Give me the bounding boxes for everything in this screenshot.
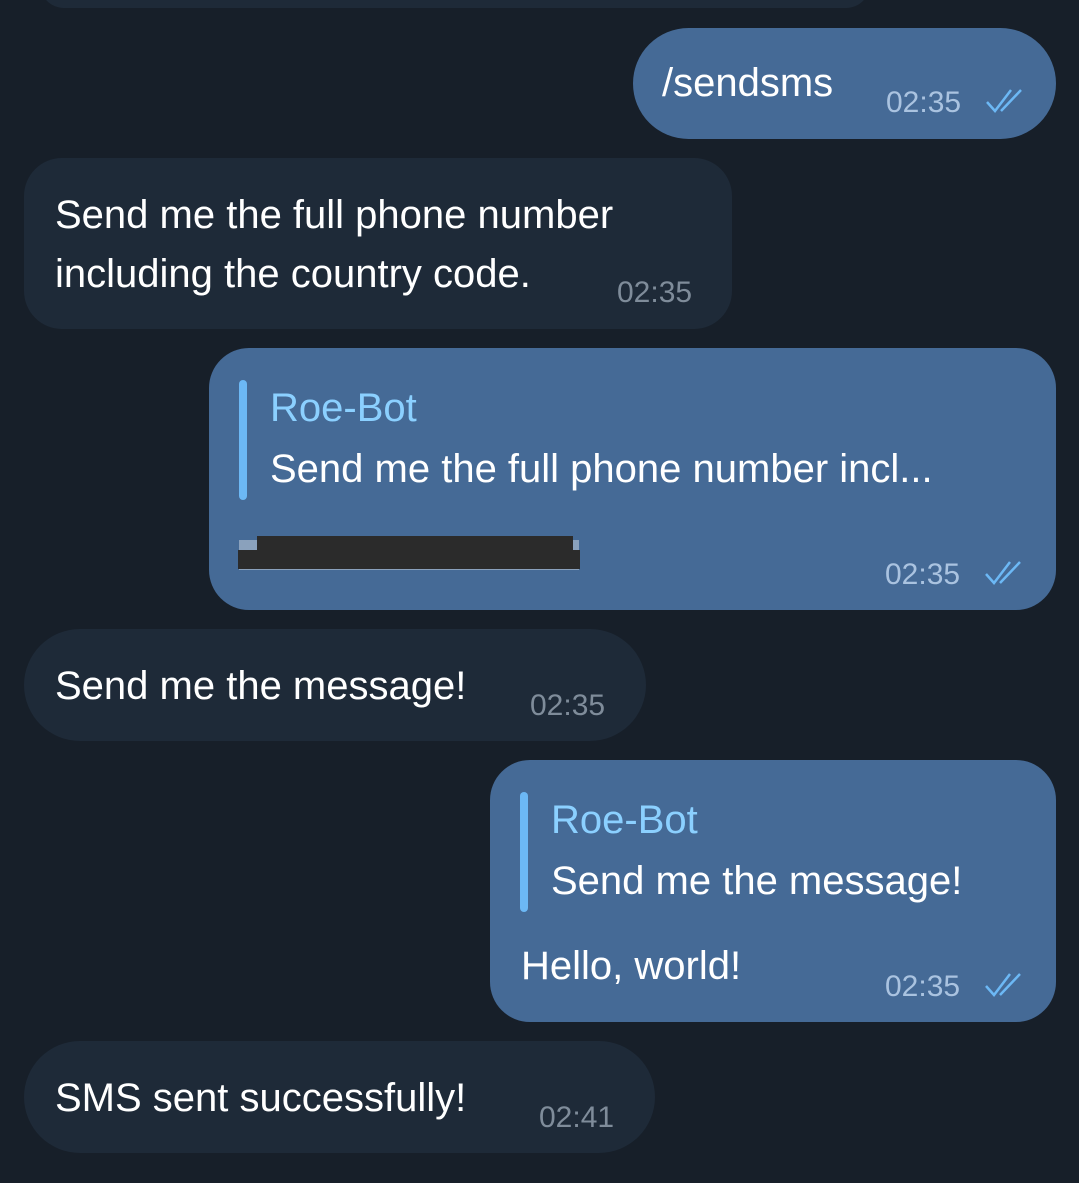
message-time: 02:35 bbox=[886, 86, 962, 119]
double-check-icon bbox=[986, 89, 1022, 113]
reply-sender-name: Roe-Bot bbox=[270, 386, 417, 430]
message-text: SMS sent successfully! bbox=[55, 1076, 467, 1120]
message-time: 02:35 bbox=[617, 276, 693, 309]
message-bubble-phone-reply[interactable]: Roe-Bot Send me the full phone number in… bbox=[209, 348, 1056, 610]
reply-preview-text: Send me the message! bbox=[551, 859, 963, 903]
message-text: Send me the message! bbox=[55, 664, 467, 708]
previous-message-bubble bbox=[40, 0, 870, 8]
redacted-phone-number-lower bbox=[238, 550, 580, 569]
message-time: 02:35 bbox=[885, 558, 961, 591]
reply-quote-bar bbox=[239, 380, 247, 500]
message-text-line-2: including the country code. bbox=[55, 252, 531, 296]
double-check-icon bbox=[985, 973, 1021, 997]
message-time: 02:35 bbox=[530, 689, 606, 722]
message-text-line-1: Send me the full phone number bbox=[55, 193, 614, 237]
message-bubble-hello-reply[interactable]: Roe-Bot Send me the message! Hello, worl… bbox=[490, 760, 1056, 1022]
reply-preview-text: Send me the full phone number incl... bbox=[270, 447, 933, 491]
message-bubble-message-request[interactable]: Send me the message! 02:35 bbox=[24, 629, 646, 741]
message-time: 02:35 bbox=[885, 970, 961, 1003]
double-check-icon bbox=[985, 561, 1021, 585]
message-bubble-sms-sent[interactable]: SMS sent successfully! 02:41 bbox=[24, 1041, 655, 1153]
reply-sender-name: Roe-Bot bbox=[551, 798, 698, 842]
message-bubble-phone-request[interactable]: Send me the full phone number including … bbox=[24, 158, 732, 329]
message-time: 02:41 bbox=[539, 1101, 615, 1134]
message-bubble-sendsms[interactable]: /sendsms 02:35 bbox=[633, 28, 1056, 139]
message-text: Hello, world! bbox=[521, 944, 742, 988]
message-text: /sendsms bbox=[662, 61, 834, 105]
reply-quote-bar bbox=[520, 792, 528, 912]
